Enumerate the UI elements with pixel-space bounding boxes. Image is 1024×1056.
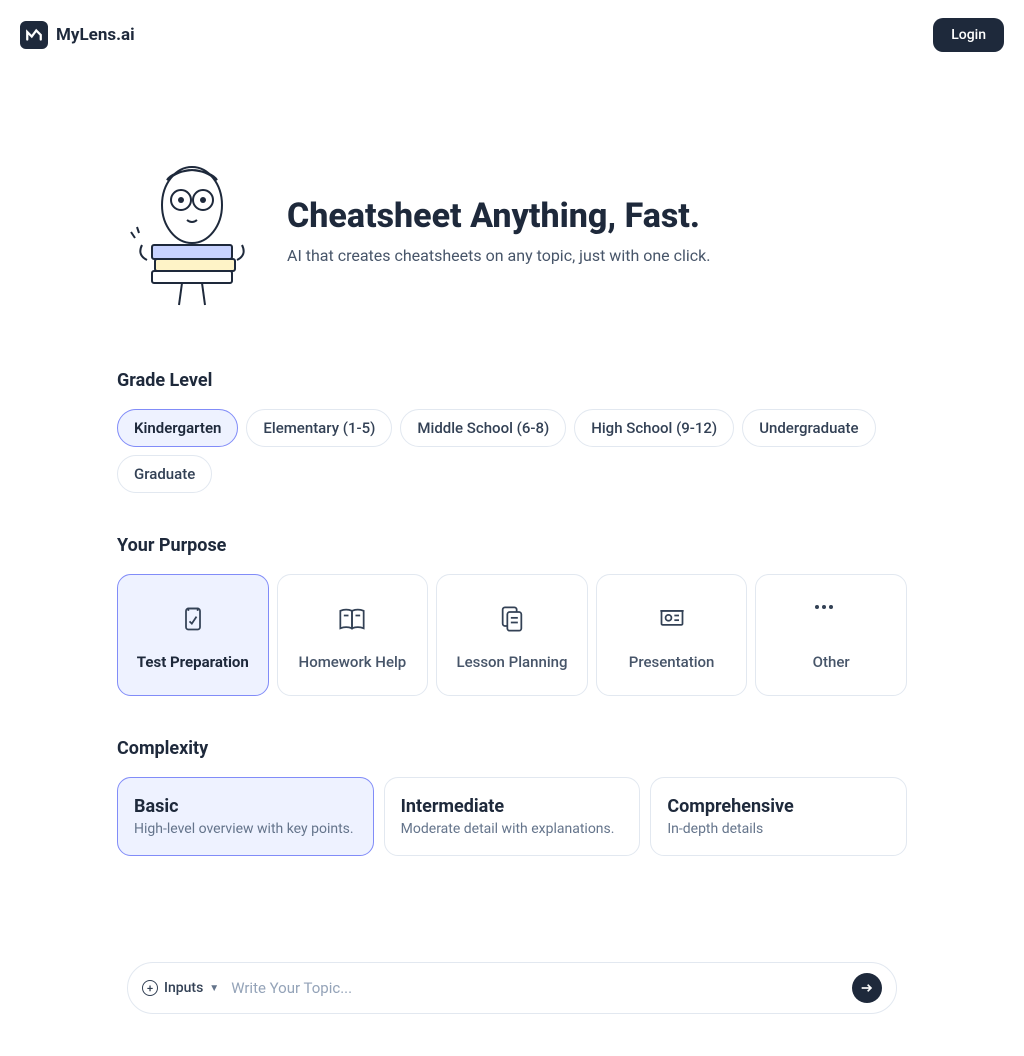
grade-option-middle-school[interactable]: Middle School (6-8) [400,409,566,447]
files-icon [496,605,528,633]
arrow-right-icon [859,980,875,996]
plus-circle-icon: + [142,980,158,996]
header: MyLens.ai Login [0,0,1024,70]
purpose-label-text: Homework Help [299,653,407,671]
complexity-desc: In-depth details [667,821,890,837]
dots-icon [815,605,847,633]
purpose-label: Your Purpose [117,535,907,556]
purpose-label-text: Presentation [629,653,715,671]
purpose-presentation[interactable]: Presentation [596,574,748,696]
page-subtitle: AI that creates cheatsheets on any topic… [287,246,711,265]
presentation-icon [656,605,688,633]
grade-option-elementary[interactable]: Elementary (1-5) [246,409,392,447]
grade-level-options: Kindergarten Elementary (1-5) Middle Sch… [117,409,907,493]
book-open-icon [336,605,368,633]
brand-name: MyLens.ai [56,25,135,45]
inputs-dropdown[interactable]: + Inputs ▼ [142,980,219,996]
complexity-title: Intermediate [401,796,624,817]
complexity-desc: Moderate detail with explanations. [401,821,624,837]
purpose-options: Test Preparation Homework Help [117,574,907,696]
chevron-down-icon: ▼ [209,983,219,994]
complexity-intermediate[interactable]: Intermediate Moderate detail with explan… [384,777,641,856]
complexity-comprehensive[interactable]: Comprehensive In-depth details [650,777,907,856]
purpose-label-text: Lesson Planning [456,653,567,671]
purpose-lesson-planning[interactable]: Lesson Planning [436,574,588,696]
grade-option-high-school[interactable]: High School (9-12) [574,409,734,447]
brand-logo[interactable]: MyLens.ai [20,21,135,49]
complexity-title: Basic [134,796,357,817]
inputs-label: Inputs [164,980,203,996]
grade-option-undergraduate[interactable]: Undergraduate [742,409,875,447]
grade-option-kindergarten[interactable]: Kindergarten [117,409,238,447]
purpose-label-text: Test Preparation [137,653,249,671]
purpose-homework-help[interactable]: Homework Help [277,574,429,696]
grade-option-graduate[interactable]: Graduate [117,455,212,493]
topic-input[interactable] [231,979,840,997]
complexity-title: Comprehensive [667,796,890,817]
clipboard-check-icon [177,605,209,633]
complexity-options: Basic High-level overview with key point… [117,777,907,856]
hero-illustration [117,150,267,310]
submit-button[interactable] [852,973,882,1003]
hero: Cheatsheet Anything, Fast. AI that creat… [117,150,907,310]
complexity-basic[interactable]: Basic High-level overview with key point… [117,777,374,856]
complexity-desc: High-level overview with key points. [134,821,357,837]
grade-level-label: Grade Level [117,370,907,391]
purpose-other[interactable]: Other [755,574,907,696]
topic-input-bar: + Inputs ▼ [127,962,897,1014]
complexity-label: Complexity [117,738,907,759]
page-title: Cheatsheet Anything, Fast. [287,196,711,236]
purpose-test-preparation[interactable]: Test Preparation [117,574,269,696]
purpose-label-text: Other [813,653,850,671]
logo-icon [20,21,48,49]
login-button[interactable]: Login [933,18,1004,52]
